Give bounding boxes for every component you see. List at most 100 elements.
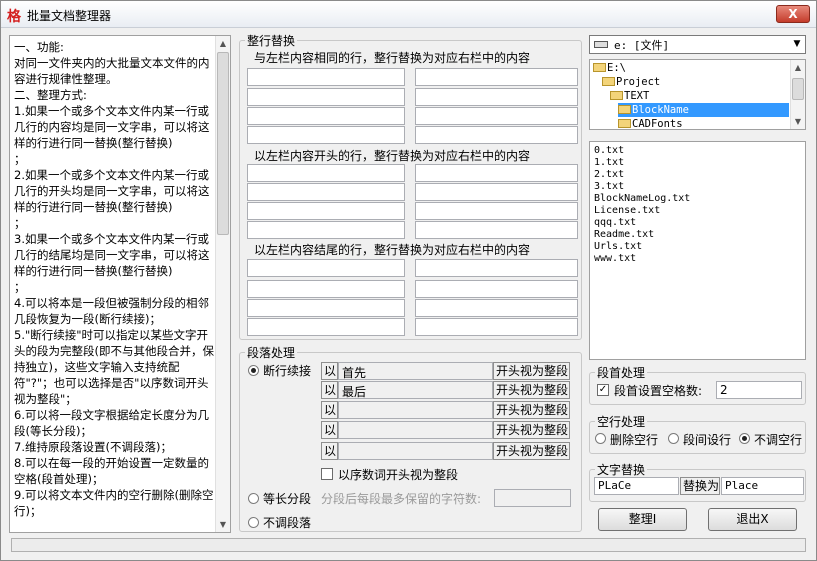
para-start-input[interactable] <box>338 401 493 419</box>
start-left-input[interactable] <box>247 202 405 220</box>
radio-line-join[interactable] <box>248 365 259 376</box>
folder-icon <box>618 119 631 128</box>
drive-select-value: e: [文件] <box>614 39 670 52</box>
close-icon: X <box>788 7 798 21</box>
end-right-input[interactable] <box>415 318 578 336</box>
para-start-input[interactable]: 最后 <box>338 381 493 399</box>
exit-button[interactable]: 退出X <box>708 508 797 531</box>
tree-item[interactable]: Project <box>602 75 660 89</box>
scroll-up-icon[interactable]: ▲ <box>791 60 805 75</box>
window-title: 批量文档整理器 <box>27 9 112 23</box>
start-left-input[interactable] <box>247 164 405 182</box>
same-right-input[interactable] <box>415 107 578 125</box>
file-item[interactable]: 2.txt <box>594 169 624 181</box>
indent-checkbox[interactable]: ✓ <box>597 384 609 396</box>
file-item[interactable]: License.txt <box>594 205 660 217</box>
equal-length-input[interactable] <box>494 489 571 507</box>
text-replace-group-label: 文字替换 <box>595 461 648 478</box>
end-left-input[interactable] <box>247 299 405 317</box>
file-item[interactable]: Readme.txt <box>594 229 654 241</box>
suffix-label: 开头视为整段 <box>493 401 570 419</box>
description-scrollbar[interactable]: ▲ ▼ <box>215 36 230 532</box>
radio-between-paragraphs[interactable] <box>668 433 679 444</box>
radio-delete-blank-label: 删除空行 <box>610 433 659 447</box>
start-line-label: 以左栏内容开头的行，整行替换为对应右栏中的内容 <box>254 149 531 163</box>
start-right-input[interactable] <box>415 221 578 239</box>
folder-icon <box>593 63 606 72</box>
start-right-input[interactable] <box>415 183 578 201</box>
end-left-input[interactable] <box>247 259 405 277</box>
paragraph-group-label: 段落处理 <box>245 344 298 361</box>
same-right-input[interactable] <box>415 68 578 86</box>
same-left-input[interactable] <box>247 107 405 125</box>
folder-icon <box>602 77 615 86</box>
tree-scrollbar[interactable]: ▲ ▼ <box>790 60 805 129</box>
equal-length-label: 分段后每段最多保留的字符数: <box>321 492 482 506</box>
same-left-input[interactable] <box>247 68 405 86</box>
file-item[interactable]: Urls.txt <box>594 241 642 253</box>
organize-button[interactable]: 整理I <box>598 508 687 531</box>
tree-item[interactable]: E:\ <box>593 61 626 75</box>
end-right-input[interactable] <box>415 259 578 277</box>
tree-item[interactable]: TEXT <box>610 89 649 103</box>
file-item[interactable]: www.txt <box>594 253 636 265</box>
indent-checkbox-label: 段首设置空格数: <box>614 384 703 398</box>
start-right-input[interactable] <box>415 164 578 182</box>
tree-item-selected[interactable]: BlockName <box>618 103 789 117</box>
radio-delete-blank[interactable] <box>595 433 606 444</box>
radio-between-paragraphs-label: 段间设行 <box>683 433 732 447</box>
scroll-down-icon[interactable]: ▼ <box>216 517 230 532</box>
same-left-input[interactable] <box>247 88 405 106</box>
description-textarea[interactable]: 一、功能: 对同一文件夹内的大批量文本文件的内容进行规律性整理。 二、整理方式:… <box>9 35 231 533</box>
tree-item[interactable]: CADFonts <box>618 117 683 130</box>
radio-no-adjust-label: 不调段落 <box>263 516 312 530</box>
chevron-down-icon[interactable]: ▼ <box>789 36 805 53</box>
end-right-input[interactable] <box>415 280 578 298</box>
same-left-input[interactable] <box>247 126 405 144</box>
indent-count-input[interactable]: 2 <box>716 381 802 399</box>
indent-group-label: 段首处理 <box>595 364 648 381</box>
file-list[interactable]: 0.txt 1.txt 2.txt 3.txt BlockNameLog.txt… <box>589 141 806 360</box>
radio-no-adjust[interactable] <box>248 517 259 528</box>
drive-select[interactable]: e: [文件] ▼ <box>589 35 806 54</box>
radio-equal-length[interactable] <box>248 493 259 504</box>
file-item[interactable]: BlockNameLog.txt <box>594 193 690 205</box>
replace-to-value: Place <box>725 479 759 492</box>
suffix-label: 开头视为整段 <box>493 362 570 380</box>
start-right-input[interactable] <box>415 202 578 220</box>
tree-item-label: CADFonts <box>632 118 683 130</box>
drive-icon <box>594 41 608 48</box>
scroll-thumb[interactable] <box>792 78 804 100</box>
file-item[interactable]: 1.txt <box>594 157 624 169</box>
replace-from-value: PLaCe <box>598 479 632 492</box>
close-button[interactable]: X <box>776 5 810 23</box>
scroll-down-icon[interactable]: ▼ <box>791 114 805 129</box>
replace-to-label: 替换为 <box>680 477 720 495</box>
para-start-input[interactable]: 首先 <box>338 362 493 380</box>
file-item[interactable]: qqq.txt <box>594 217 636 229</box>
same-line-label: 与左栏内容相同的行，整行替换为对应右栏中的内容 <box>254 51 531 65</box>
end-line-label: 以左栏内容结尾的行，整行替换为对应右栏中的内容 <box>254 243 531 257</box>
ordinal-checkbox[interactable] <box>321 468 333 480</box>
prefix-label: 以 <box>321 362 338 380</box>
radio-keep-blank[interactable] <box>739 433 750 444</box>
replace-from-input[interactable]: PLaCe <box>594 477 679 495</box>
same-right-input[interactable] <box>415 126 578 144</box>
prefix-label: 以 <box>321 421 338 439</box>
replace-to-input[interactable]: Place <box>721 477 804 495</box>
scroll-up-icon[interactable]: ▲ <box>216 36 230 51</box>
para-start-input[interactable] <box>338 421 493 439</box>
start-left-input[interactable] <box>247 183 405 201</box>
end-left-input[interactable] <box>247 280 405 298</box>
file-item[interactable]: 3.txt <box>594 181 624 193</box>
end-left-input[interactable] <box>247 318 405 336</box>
end-right-input[interactable] <box>415 299 578 317</box>
scroll-thumb[interactable] <box>217 52 229 235</box>
suffix-label: 开头视为整段 <box>493 442 570 460</box>
same-right-input[interactable] <box>415 88 578 106</box>
folder-tree[interactable]: E:\ Project TEXT BlockName CADFonts ▲ ▼ <box>589 59 806 130</box>
para-start-input[interactable] <box>338 442 493 460</box>
file-item[interactable]: 0.txt <box>594 145 624 157</box>
prefix-label: 以 <box>321 381 338 399</box>
start-left-input[interactable] <box>247 221 405 239</box>
